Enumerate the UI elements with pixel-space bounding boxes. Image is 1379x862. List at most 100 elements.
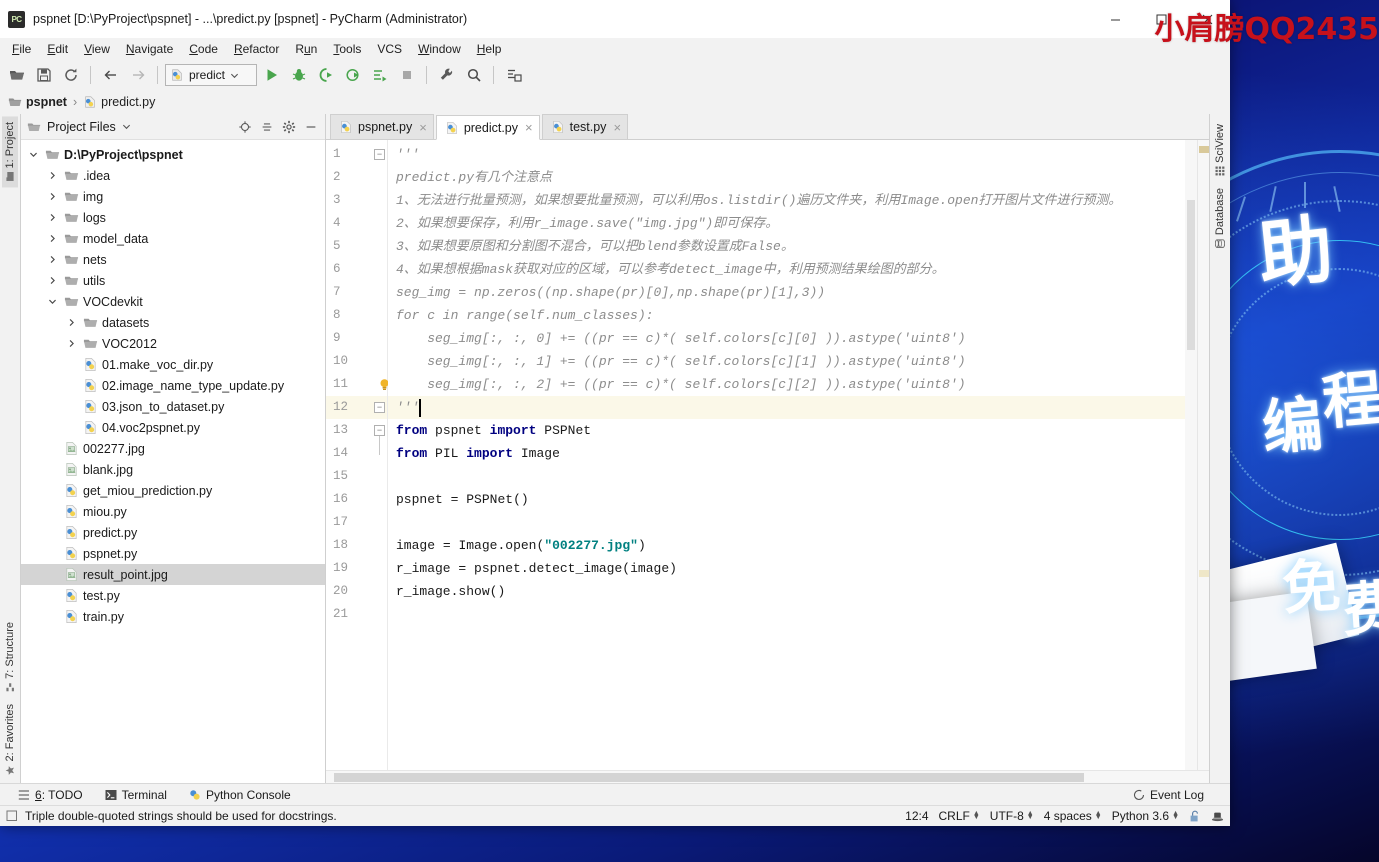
- hide-minimize-icon[interactable]: [301, 117, 321, 137]
- menu-navigate[interactable]: Navigate: [118, 40, 181, 58]
- breadcrumb-item-predict[interactable]: predict.py: [83, 95, 155, 109]
- chevron-down-icon[interactable]: [46, 297, 59, 306]
- tree-node[interactable]: get_miou_prediction.py: [21, 480, 325, 501]
- sidebar-item-sciview[interactable]: SciView: [1212, 118, 1228, 182]
- locate-target-icon[interactable]: [235, 117, 255, 137]
- editor-horizontal-scrollbar[interactable]: [326, 770, 1209, 783]
- code-line[interactable]: r_image = pspnet.detect_image(image): [388, 557, 677, 580]
- code-line[interactable]: 2、如果想要保存，利用r_image.save("img.jpg")即可保存。: [388, 212, 778, 235]
- run-configuration-selector[interactable]: predict: [165, 64, 257, 86]
- update-project-icon[interactable]: [501, 63, 526, 87]
- menu-tools[interactable]: Tools: [325, 40, 369, 58]
- unlocked-padlock-icon[interactable]: [1189, 810, 1201, 823]
- editor-tab-predict-py[interactable]: predict.py ×: [435, 115, 540, 140]
- tree-node[interactable]: 04.voc2pspnet.py: [21, 417, 325, 438]
- chevron-right-icon[interactable]: [46, 192, 59, 201]
- save-all-icon[interactable]: [31, 63, 56, 87]
- tree-node[interactable]: train.py: [21, 606, 325, 627]
- tree-node[interactable]: VOCdevkit: [21, 291, 325, 312]
- event-log-button[interactable]: Event Log: [1133, 788, 1204, 802]
- tree-node[interactable]: pspnet.py: [21, 543, 325, 564]
- code-line[interactable]: ''': [388, 396, 419, 419]
- code-line[interactable]: r_image.show(): [388, 580, 505, 603]
- code-line[interactable]: from PIL import Image: [388, 442, 560, 465]
- menu-edit[interactable]: Edit: [39, 40, 76, 58]
- tree-node[interactable]: 002277.jpg: [21, 438, 325, 459]
- caret-position[interactable]: 12:4: [905, 809, 928, 823]
- sidebar-item-structure[interactable]: 7: Structure: [2, 616, 18, 698]
- run-icon[interactable]: [259, 63, 284, 87]
- tree-node[interactable]: img: [21, 186, 325, 207]
- code-line[interactable]: seg_img[:, :, 0] += ((pr == c)*( self.co…: [388, 327, 965, 350]
- line-separator-selector[interactable]: CRLF ▲ ▼: [939, 809, 980, 823]
- settings-wrench-icon[interactable]: [434, 63, 459, 87]
- code-line[interactable]: for c in range(self.num_classes):: [388, 304, 653, 327]
- encoding-selector[interactable]: UTF-8 ▲ ▼: [990, 809, 1034, 823]
- code-line[interactable]: seg_img[:, :, 2] += ((pr == c)*( self.co…: [388, 373, 965, 396]
- sidebar-item-database[interactable]: Database: [1212, 182, 1228, 255]
- chevron-right-icon[interactable]: [46, 213, 59, 222]
- settings-gear-icon[interactable]: [279, 117, 299, 137]
- tree-node[interactable]: VOC2012: [21, 333, 325, 354]
- chevron-right-icon[interactable]: [46, 171, 59, 180]
- tree-node[interactable]: logs: [21, 207, 325, 228]
- sidebar-item-favorites[interactable]: 2: Favorites: [2, 698, 18, 781]
- code-line[interactable]: seg_img[:, :, 1] += ((pr == c)*( self.co…: [388, 350, 965, 373]
- code-line[interactable]: image = Image.open("002277.jpg"): [388, 534, 646, 557]
- sync-refresh-icon[interactable]: [58, 63, 83, 87]
- tree-node[interactable]: D:\PyProject\pspnet: [21, 144, 325, 165]
- tree-node[interactable]: 03.json_to_dataset.py: [21, 396, 325, 417]
- tree-node[interactable]: nets: [21, 249, 325, 270]
- code-line[interactable]: 4、如果想根据mask获取对应的区域，可以参考detect_image中，利用预…: [388, 258, 945, 281]
- chevron-down-icon[interactable]: [27, 150, 40, 159]
- code-line[interactable]: pspnet = PSPNet(): [388, 488, 529, 511]
- toolwindow-python-console[interactable]: Python Console: [189, 788, 291, 802]
- close-icon[interactable]: ×: [525, 121, 533, 134]
- code-line[interactable]: [388, 511, 396, 534]
- error-stripe-marker-bar[interactable]: [1197, 140, 1209, 770]
- menu-file[interactable]: File: [4, 40, 39, 58]
- toolwindow-terminal[interactable]: Terminal: [105, 788, 167, 802]
- code-line[interactable]: ''': [388, 143, 419, 166]
- code-line[interactable]: predict.py有几个注意点: [388, 166, 552, 189]
- menu-code[interactable]: Code: [181, 40, 226, 58]
- chevron-right-icon[interactable]: [46, 276, 59, 285]
- editor-vertical-scrollbar[interactable]: [1185, 140, 1197, 770]
- tree-node[interactable]: blank.jpg: [21, 459, 325, 480]
- debug-icon[interactable]: [286, 63, 311, 87]
- profile-icon[interactable]: [340, 63, 365, 87]
- code-line[interactable]: [388, 465, 396, 488]
- editor-tab-test-py[interactable]: test.py ×: [541, 114, 629, 139]
- fold-docstring-end-icon[interactable]: −: [374, 402, 385, 413]
- sidebar-item-project[interactable]: 1: Project: [2, 116, 18, 188]
- maximize-button[interactable]: [1138, 0, 1184, 38]
- breadcrumb-item-pspnet[interactable]: pspnet: [8, 95, 67, 109]
- menu-window[interactable]: Window: [410, 40, 469, 58]
- run-dashboard-icon[interactable]: [367, 63, 392, 87]
- code-line[interactable]: 3、如果想要原图和分割图不混合，可以把blend参数设置成False。: [388, 235, 794, 258]
- minimize-button[interactable]: [1092, 0, 1138, 38]
- menu-help[interactable]: Help: [469, 40, 510, 58]
- horizontal-scroll-thumb[interactable]: [334, 773, 1084, 782]
- inspector-hat-icon[interactable]: [1211, 810, 1224, 823]
- collapse-all-icon[interactable]: [257, 117, 277, 137]
- menu-vcs[interactable]: VCS: [369, 40, 410, 58]
- search-everywhere-icon[interactable]: [461, 63, 486, 87]
- open-folder-icon[interactable]: [4, 63, 29, 87]
- fold-imports-start-icon[interactable]: −: [374, 425, 385, 436]
- tree-node[interactable]: 01.make_voc_dir.py: [21, 354, 325, 375]
- tree-node[interactable]: 02.image_name_type_update.py: [21, 375, 325, 396]
- menu-view[interactable]: View: [76, 40, 118, 58]
- menu-refactor[interactable]: Refactor: [226, 40, 287, 58]
- tree-node[interactable]: test.py: [21, 585, 325, 606]
- tree-node[interactable]: predict.py: [21, 522, 325, 543]
- fold-docstring-start-icon[interactable]: −: [374, 149, 385, 160]
- chevron-right-icon[interactable]: [46, 234, 59, 243]
- code-line[interactable]: [388, 603, 396, 626]
- editor-tab-pspnet-py[interactable]: pspnet.py ×: [330, 114, 434, 139]
- close-button[interactable]: [1184, 0, 1230, 38]
- tree-node[interactable]: datasets: [21, 312, 325, 333]
- editor-gutter[interactable]: 1 2 3 4 5 6 7 8 9 10 11 12 13 14 15 16 17 18 19 20 21− − −: [326, 140, 389, 770]
- chevron-down-icon[interactable]: [122, 122, 131, 131]
- interpreter-selector[interactable]: Python 3.6 ▲ ▼: [1112, 809, 1179, 823]
